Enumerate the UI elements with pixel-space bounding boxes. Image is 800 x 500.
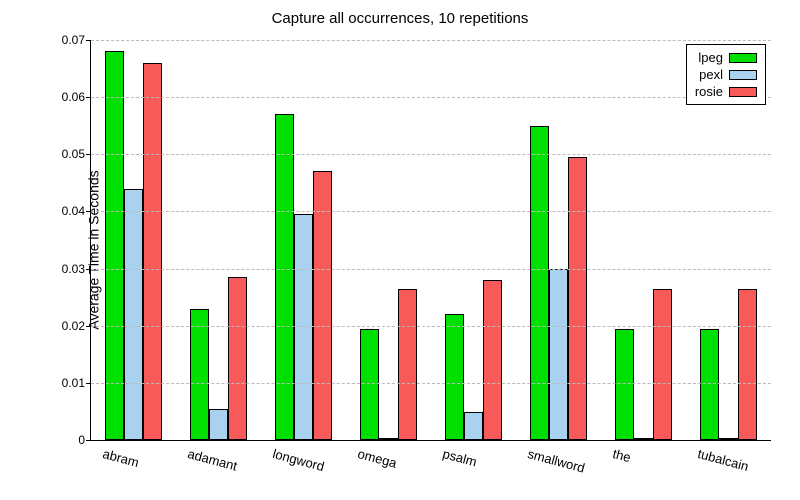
bar-rosie — [228, 277, 247, 440]
bar-lpeg — [615, 329, 634, 440]
y-tick-label: 0.06 — [62, 90, 91, 104]
x-tick-label: abram — [101, 446, 140, 470]
bar-lpeg — [275, 114, 294, 440]
bar-rosie — [738, 289, 757, 440]
gridline — [91, 154, 771, 155]
bar-pexl — [124, 189, 143, 440]
y-tick-label: 0.01 — [62, 376, 91, 390]
bar-pexl — [634, 438, 653, 440]
legend-swatch-icon — [729, 70, 757, 80]
gridline — [91, 326, 771, 327]
bar-pexl — [379, 438, 398, 440]
x-tick-label: the — [611, 446, 632, 465]
y-tick-label: 0.04 — [62, 204, 91, 218]
bar-lpeg — [105, 51, 124, 440]
bar-pexl — [209, 409, 228, 440]
bar-chart: Capture all occurrences, 10 repetitions … — [0, 0, 800, 500]
legend: lpeg pexl rosie — [686, 44, 766, 105]
y-tick-label: 0.03 — [62, 262, 91, 276]
x-tick-label: psalm — [441, 446, 478, 469]
legend-label: lpeg — [698, 50, 723, 65]
bar-pexl — [294, 214, 313, 440]
x-tick-label: tubalcain — [696, 446, 750, 474]
plot-area: 0 0.01 0.02 0.03 0.04 0.05 0.06 0.07 — [90, 40, 771, 441]
x-tick-label: smallword — [526, 446, 586, 476]
bar-pexl — [719, 438, 738, 440]
bar-rosie — [653, 289, 672, 440]
bar-lpeg — [700, 329, 719, 440]
chart-title: Capture all occurrences, 10 repetitions — [0, 10, 800, 27]
legend-item-pexl: pexl — [695, 66, 757, 83]
bar-lpeg — [360, 329, 379, 440]
bar-rosie — [398, 289, 417, 440]
x-axis-labels: abram adamant longword omega psalm smallword t… — [90, 442, 770, 482]
x-tick-label: longword — [271, 446, 326, 474]
legend-item-rosie: rosie — [695, 83, 757, 100]
bar-pexl — [464, 412, 483, 440]
bar-lpeg — [530, 126, 549, 440]
gridline — [91, 40, 771, 41]
bars-layer — [91, 40, 771, 440]
legend-swatch-icon — [729, 53, 757, 63]
y-tick-label: 0.05 — [62, 147, 91, 161]
bar-lpeg — [190, 309, 209, 440]
y-tick-label: 0.07 — [62, 33, 91, 47]
x-tick-label: omega — [356, 446, 398, 471]
gridline — [91, 211, 771, 212]
gridline — [91, 383, 771, 384]
legend-item-lpeg: lpeg — [695, 49, 757, 66]
legend-label: pexl — [699, 67, 723, 82]
bar-rosie — [568, 157, 587, 440]
bar-lpeg — [445, 314, 464, 440]
gridline — [91, 269, 771, 270]
bar-pexl — [549, 269, 568, 440]
gridline — [91, 97, 771, 98]
legend-swatch-icon — [729, 87, 757, 97]
y-tick-label: 0.02 — [62, 319, 91, 333]
bar-rosie — [483, 280, 502, 440]
x-tick-label: adamant — [186, 446, 239, 474]
legend-label: rosie — [695, 84, 723, 99]
